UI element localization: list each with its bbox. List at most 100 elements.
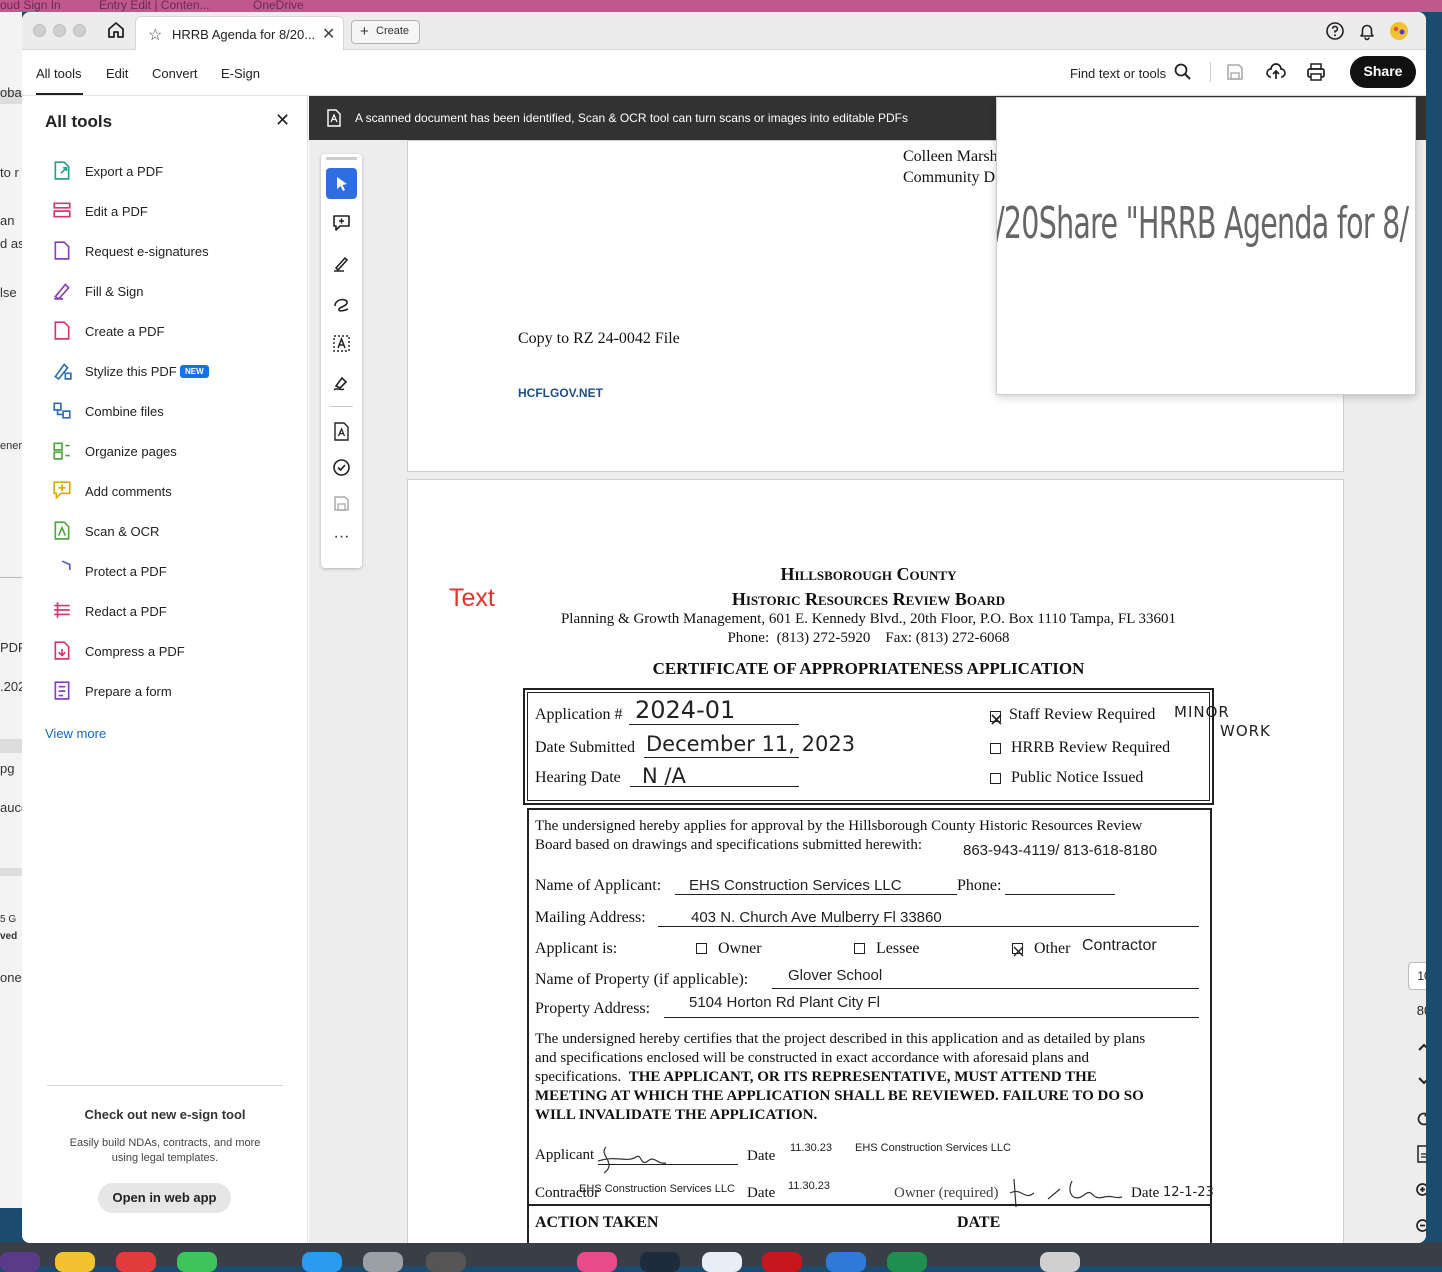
owner-date-label: Date: [1131, 1185, 1160, 1201]
page-thumbnail-icon[interactable]: [1415, 1145, 1426, 1163]
find-text-label[interactable]: Find text or tools: [1070, 66, 1166, 81]
rail-divider: [330, 406, 353, 407]
dock-app-icon[interactable]: [826, 1252, 866, 1272]
tool-label: Request e-signatures: [85, 244, 209, 259]
highlight-tool-button[interactable]: [326, 248, 357, 279]
bell-icon[interactable]: [1356, 20, 1378, 42]
document-tab[interactable]: ☆ HRRB Agenda for 8/20... ✕: [135, 16, 344, 50]
window-minimize-light[interactable]: [53, 24, 66, 37]
public-notice-checkbox[interactable]: [990, 773, 1001, 784]
os-tab-fragment: Entry Edit | Conten...: [99, 0, 210, 12]
edit-icon: [53, 202, 71, 218]
tool-combine[interactable]: Combine files: [52, 400, 292, 424]
home-icon[interactable]: [106, 20, 126, 40]
dock-app-icon[interactable]: [0, 1252, 40, 1272]
menu-esign[interactable]: E-Sign: [221, 66, 260, 81]
save-tool-button[interactable]: [326, 488, 357, 519]
dock-app-icon[interactable]: [577, 1252, 617, 1272]
create-button[interactable]: + Create: [351, 20, 420, 44]
hrrb-review-checkbox[interactable]: [990, 743, 1001, 754]
new-badge: NEW: [180, 365, 209, 378]
tool-create[interactable]: Create a PDF: [52, 320, 292, 344]
select-tool-button[interactable]: [326, 168, 357, 199]
print-icon[interactable]: [1305, 61, 1327, 83]
avatar[interactable]: [1388, 20, 1410, 42]
share-popup[interactable]: /20Share "HRRB Agenda for 8/: [996, 97, 1416, 395]
applicant-name-value: EHS Construction Services LLC: [689, 877, 902, 894]
x-mark-icon: [1013, 946, 1024, 957]
text-box-tool-button[interactable]: [326, 328, 357, 359]
action-taken-heading: ACTION TAKEN: [535, 1214, 659, 1231]
tool-compress[interactable]: Compress a PDF: [52, 640, 292, 664]
compress-icon: [54, 641, 70, 660]
sign-tool-button[interactable]: [326, 368, 357, 399]
tool-stylize[interactable]: Stylize this PDF NEW: [52, 360, 292, 384]
dock-app-icon[interactable]: [55, 1252, 95, 1272]
zoom-out-icon[interactable]: [1415, 1218, 1426, 1236]
ocr-tool-button[interactable]: [326, 416, 357, 447]
menu-all-tools[interactable]: All tools: [36, 66, 82, 81]
comment-icon: [53, 481, 71, 500]
other-checkbox[interactable]: [1012, 943, 1024, 957]
dock-app-icon[interactable]: [177, 1252, 217, 1272]
close-icon[interactable]: ✕: [275, 110, 290, 131]
tool-scan-ocr[interactable]: Scan & OCR: [52, 520, 292, 544]
chevron-up-icon[interactable]: [1416, 1039, 1426, 1055]
dock-app-icon[interactable]: [887, 1252, 927, 1272]
owner-checkbox[interactable]: [696, 943, 707, 954]
add-comment-tool-button[interactable]: [326, 208, 357, 239]
dock-app-icon[interactable]: [363, 1252, 403, 1272]
share-popup-title: /20Share "HRRB Agenda for 8/: [996, 198, 1409, 249]
tool-fill-sign[interactable]: Fill & Sign: [52, 280, 292, 304]
draw-tool-button[interactable]: [326, 288, 357, 319]
staff-review-checkbox[interactable]: [990, 711, 1002, 725]
dock-trash-icon[interactable]: [1040, 1252, 1080, 1272]
menu-edit[interactable]: Edit: [106, 66, 128, 81]
zoom-in-icon[interactable]: [1415, 1182, 1426, 1200]
tool-protect[interactable]: Protect a PDF: [52, 560, 292, 584]
tool-prepare-form[interactable]: Prepare a form: [52, 680, 292, 704]
cloud-upload-icon[interactable]: [1265, 61, 1287, 83]
close-tab-icon[interactable]: ✕: [322, 24, 335, 44]
os-top-bar: oud Sign In Entry Edit | Conten... OneDr…: [0, 0, 1442, 12]
page-number-input[interactable]: 10: [1408, 962, 1426, 990]
search-icon[interactable]: [1173, 62, 1193, 82]
save-icon[interactable]: [1225, 62, 1245, 82]
stylize-icon: [54, 363, 72, 380]
dock-app-icon[interactable]: [640, 1252, 680, 1272]
tool-comment[interactable]: Add comments: [52, 480, 292, 504]
dock-app-icon[interactable]: [426, 1252, 466, 1272]
chevron-down-icon[interactable]: [1416, 1073, 1426, 1089]
rail-drag-handle[interactable]: [326, 157, 357, 160]
window-close-light[interactable]: [33, 24, 46, 37]
lessee-checkbox[interactable]: [854, 943, 865, 954]
star-icon[interactable]: ☆: [148, 25, 162, 45]
dock-app-icon[interactable]: [302, 1252, 342, 1272]
tool-redact[interactable]: Redact a PDF: [52, 600, 292, 624]
approve-tool-button[interactable]: [326, 452, 357, 483]
footer-link[interactable]: HCFLGOV.NET: [518, 386, 603, 400]
date-submitted-value: December 11, 2023: [646, 732, 856, 756]
applicant-is-label: Applicant is:: [535, 940, 618, 957]
redact-icon: [54, 602, 70, 618]
refresh-icon[interactable]: [1415, 1110, 1426, 1128]
tool-export[interactable]: Export a PDF: [52, 160, 292, 184]
tool-request-signature[interactable]: Request e-signatures: [52, 240, 292, 264]
dock-app-icon[interactable]: [762, 1252, 802, 1272]
help-icon[interactable]: [1324, 20, 1346, 42]
os-tab-fragment: OneDrive: [253, 0, 304, 12]
menu-convert[interactable]: Convert: [152, 66, 198, 81]
tool-organize[interactable]: Organize pages: [52, 440, 292, 464]
share-button[interactable]: Share: [1350, 56, 1416, 88]
tool-edit[interactable]: Edit a PDF: [52, 200, 292, 224]
dock-app-icon[interactable]: [116, 1252, 156, 1272]
panel-title: All tools: [45, 112, 113, 131]
plus-icon: +: [360, 23, 369, 40]
view-more-link[interactable]: View more: [45, 726, 106, 741]
more-tools-icon[interactable]: ···: [326, 526, 357, 557]
dock-app-icon[interactable]: [702, 1252, 742, 1272]
tool-label: Fill & Sign: [85, 284, 144, 299]
export-icon: [54, 161, 70, 180]
open-in-web-app-button[interactable]: Open in web app: [98, 1183, 231, 1213]
window-zoom-light[interactable]: [73, 24, 86, 37]
